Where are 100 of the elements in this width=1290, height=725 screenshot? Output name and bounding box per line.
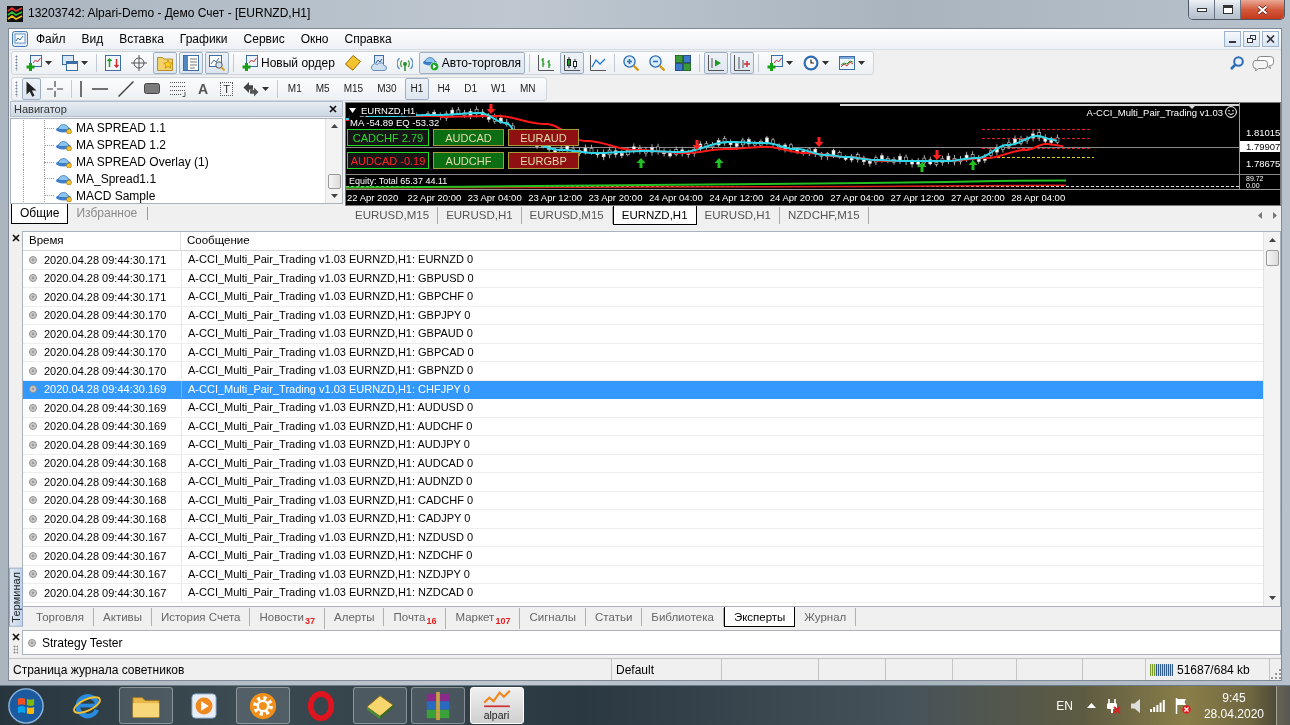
scrollbar[interactable] [325, 119, 342, 203]
toolbar-button[interactable] [560, 52, 585, 74]
clock-date[interactable]: 28.04.2020 [1203, 705, 1264, 722]
panel-tab[interactable]: Терминал [8, 568, 23, 627]
search-icon[interactable] [1230, 56, 1244, 70]
close-icon[interactable] [329, 105, 337, 113]
log-row[interactable]: 2020.04.28 09:44:30.168 A-CCI_Multi_Pair_Trading v1.03 EURNZD,H1: CADJPY 0 [23, 510, 1263, 529]
triangle-up-icon[interactable] [1086, 703, 1096, 708]
period-button[interactable]: D1 [458, 77, 483, 100]
text-label-tool-button[interactable]: T [216, 77, 237, 100]
menu-item[interactable]: Вид [73, 30, 112, 48]
period-button[interactable]: H4 [431, 77, 457, 100]
period-button[interactable]: W1 [484, 77, 512, 100]
log-row[interactable]: 2020.04.28 09:44:30.170 A-CCI_Multi_Pair_Trading v1.03 EURNZD,H1: GBPAUD 0 [23, 325, 1263, 344]
log-row[interactable]: 2020.04.28 09:44:30.171 A-CCI_Multi_Pair_Trading v1.03 EURNZD,H1: GBPUSD 0 [23, 269, 1263, 288]
menu-item[interactable]: Вставка [111, 30, 172, 48]
log-row[interactable]: 2020.04.28 09:44:30.168 A-CCI_Multi_Pair_Trading v1.03 EURNZD,H1: AUDCAD 0 [23, 454, 1263, 473]
toolbar-grip[interactable] [15, 80, 18, 97]
close-button[interactable] [1262, 31, 1279, 47]
log-row[interactable]: 2020.04.28 09:44:30.167 A-CCI_Multi_Pair_Trading v1.03 EURNZD,H1: NZDJPY 0 [23, 565, 1263, 584]
toolbar-button[interactable] [22, 77, 41, 100]
menu-item[interactable]: Окно [292, 30, 337, 48]
chat-icon[interactable] [1252, 55, 1274, 71]
new-order-button[interactable]: Новый ордер [238, 52, 339, 74]
column-header[interactable]: Время [23, 232, 181, 250]
taskbar-button[interactable] [352, 687, 407, 724]
log-row[interactable]: 2020.04.28 09:44:30.170 A-CCI_Multi_Pair_Trading v1.03 EURNZD,H1: GBPNZD 0 [23, 362, 1263, 381]
toolbar-grip[interactable] [15, 55, 18, 71]
log-row[interactable]: 2020.04.28 09:44:30.167 A-CCI_Multi_Pair_Trading v1.03 EURNZD,H1: NZDCAD 0 [23, 584, 1263, 603]
signal-bars-icon[interactable] [1149, 699, 1165, 712]
flag-icon[interactable] [1174, 697, 1191, 714]
chart-tab[interactable]: EURUSD,M15 [521, 207, 613, 224]
taskbar-button[interactable] [118, 687, 173, 724]
show-desktop-button[interactable] [1276, 686, 1290, 725]
terminal-tab[interactable]: Торговля [27, 608, 95, 626]
log-row[interactable]: 2020.04.28 09:44:30.171 A-CCI_Multi_Pair_Trading v1.03 EURNZD,H1: EURNZD 0 [23, 251, 1263, 270]
scroll-thumb[interactable] [1265, 250, 1279, 266]
triangle-up-icon[interactable] [1268, 238, 1276, 242]
navigator-item[interactable]: MA SPREAD 1.1 [56, 121, 167, 136]
triangle-right-icon[interactable] [1273, 212, 1277, 219]
taskbar-button[interactable] [235, 687, 290, 724]
minimize-button[interactable] [1189, 0, 1215, 19]
log-row[interactable]: 2020.04.28 09:44:30.167 A-CCI_Multi_Pair_Trading v1.03 EURNZD,H1: NZDUSD 0 [23, 528, 1263, 547]
navigator-item[interactable]: MA_Spread1.1 [56, 171, 157, 186]
close-icon[interactable] [11, 633, 20, 641]
chart-tab[interactable]: EURUSD,H1 [696, 207, 781, 224]
terminal-tab[interactable]: Сигналы [520, 608, 587, 626]
log-row[interactable]: 2020.04.28 09:44:30.168 A-CCI_Multi_Pair_Trading v1.03 EURNZD,H1: AUDNZD 0 [23, 473, 1263, 492]
tester-item[interactable]: Strategy Tester [28, 635, 123, 650]
restore-button[interactable] [1243, 31, 1260, 47]
period-button[interactable]: M15 [337, 77, 370, 100]
maximize-button[interactable] [1215, 0, 1241, 19]
log-row[interactable]: 2020.04.28 09:44:30.167 A-CCI_Multi_Pair_Trading v1.03 EURNZD,H1: NZDCHF 0 [23, 547, 1263, 566]
period-button[interactable]: M30 [371, 77, 403, 100]
chart-tab[interactable]: EURUSD,M15 [347, 207, 439, 224]
plug-icon[interactable] [1105, 697, 1121, 714]
terminal-tab[interactable]: Статьи [586, 608, 643, 626]
log-row[interactable]: 2020.04.28 09:44:30.169 A-CCI_Multi_Pair_Trading v1.03 EURNZD,H1: AUDUSD 0 [23, 399, 1263, 418]
panel-grip[interactable] [13, 645, 18, 654]
clock-time[interactable]: 9:45 [1222, 689, 1246, 706]
menu-item[interactable]: Сервис [235, 30, 293, 48]
taskbar-button[interactable]: alpari [469, 687, 524, 724]
column-header[interactable]: Сообщение [181, 232, 1263, 250]
toolbar-button[interactable] [704, 52, 729, 74]
period-button[interactable]: MN [513, 77, 542, 100]
text-tool-button[interactable]: A [192, 77, 215, 100]
navigator-item[interactable]: MACD Sample [56, 188, 156, 203]
panel-tab[interactable]: Общие [11, 204, 69, 224]
navigator-item[interactable]: MA SPREAD Overlay (1) [56, 155, 209, 169]
menu-item[interactable]: Файл [28, 30, 74, 48]
terminal-tab[interactable]: Алерты [325, 608, 385, 626]
period-button[interactable]: M1 [281, 77, 308, 100]
terminal-tab[interactable]: Активы [94, 608, 152, 626]
resize-grip-icon[interactable] [1270, 668, 1281, 679]
triangle-down-icon[interactable] [330, 194, 338, 198]
terminal-tab[interactable]: Библиотека [642, 608, 724, 626]
log-row[interactable]: 2020.04.28 09:44:30.169 A-CCI_Multi_Pair_Trading v1.03 EURNZD,H1: AUDJPY 0 [23, 436, 1263, 455]
log-row[interactable]: 2020.04.28 09:44:30.170 A-CCI_Multi_Pair_Trading v1.03 EURNZD,H1: GBPCAD 0 [23, 343, 1263, 362]
log-row[interactable]: 2020.04.28 09:44:30.168 A-CCI_Multi_Pair_Trading v1.03 EURNZD,H1: CADCHF 0 [23, 491, 1263, 510]
period-button[interactable]: H1 [404, 77, 430, 100]
triangle-down-icon[interactable] [1268, 596, 1276, 600]
triangle-left-icon[interactable] [1258, 212, 1262, 219]
period-button[interactable]: M5 [309, 77, 336, 100]
scrollbar[interactable] [1263, 232, 1280, 606]
speaker-icon[interactable] [1130, 698, 1140, 713]
log-row[interactable]: 2020.04.28 09:44:30.171 A-CCI_Multi_Pair_Trading v1.03 EURNZD,H1: GBPCHF 0 [23, 288, 1263, 307]
close-button[interactable] [1241, 0, 1284, 19]
language-indicator[interactable]: EN [1056, 698, 1073, 713]
menu-item[interactable]: Графики [171, 30, 236, 48]
terminal-tab[interactable]: История Счета [151, 608, 251, 626]
log-row[interactable]: 2020.04.28 09:44:30.169 A-CCI_Multi_Pair_Trading v1.03 EURNZD,H1: AUDCHF 0 [23, 417, 1263, 436]
log-row[interactable]: 2020.04.28 09:44:30.170 A-CCI_Multi_Pair_Trading v1.03 EURNZD,H1: GBPJPY 0 [23, 306, 1263, 325]
chart-tab[interactable]: EURNZD,H1 [612, 206, 697, 225]
minimize-button[interactable] [1224, 31, 1241, 47]
triangle-up-icon[interactable] [330, 124, 338, 128]
navigator-item[interactable]: MA SPREAD 1.2 [56, 138, 167, 153]
chart-tab[interactable]: NZDCHF,M15 [780, 207, 869, 224]
terminal-tab[interactable]: Эксперты [723, 607, 796, 627]
scroll-thumb[interactable] [327, 174, 341, 189]
chart-tab[interactable]: EURUSD,H1 [438, 207, 522, 224]
